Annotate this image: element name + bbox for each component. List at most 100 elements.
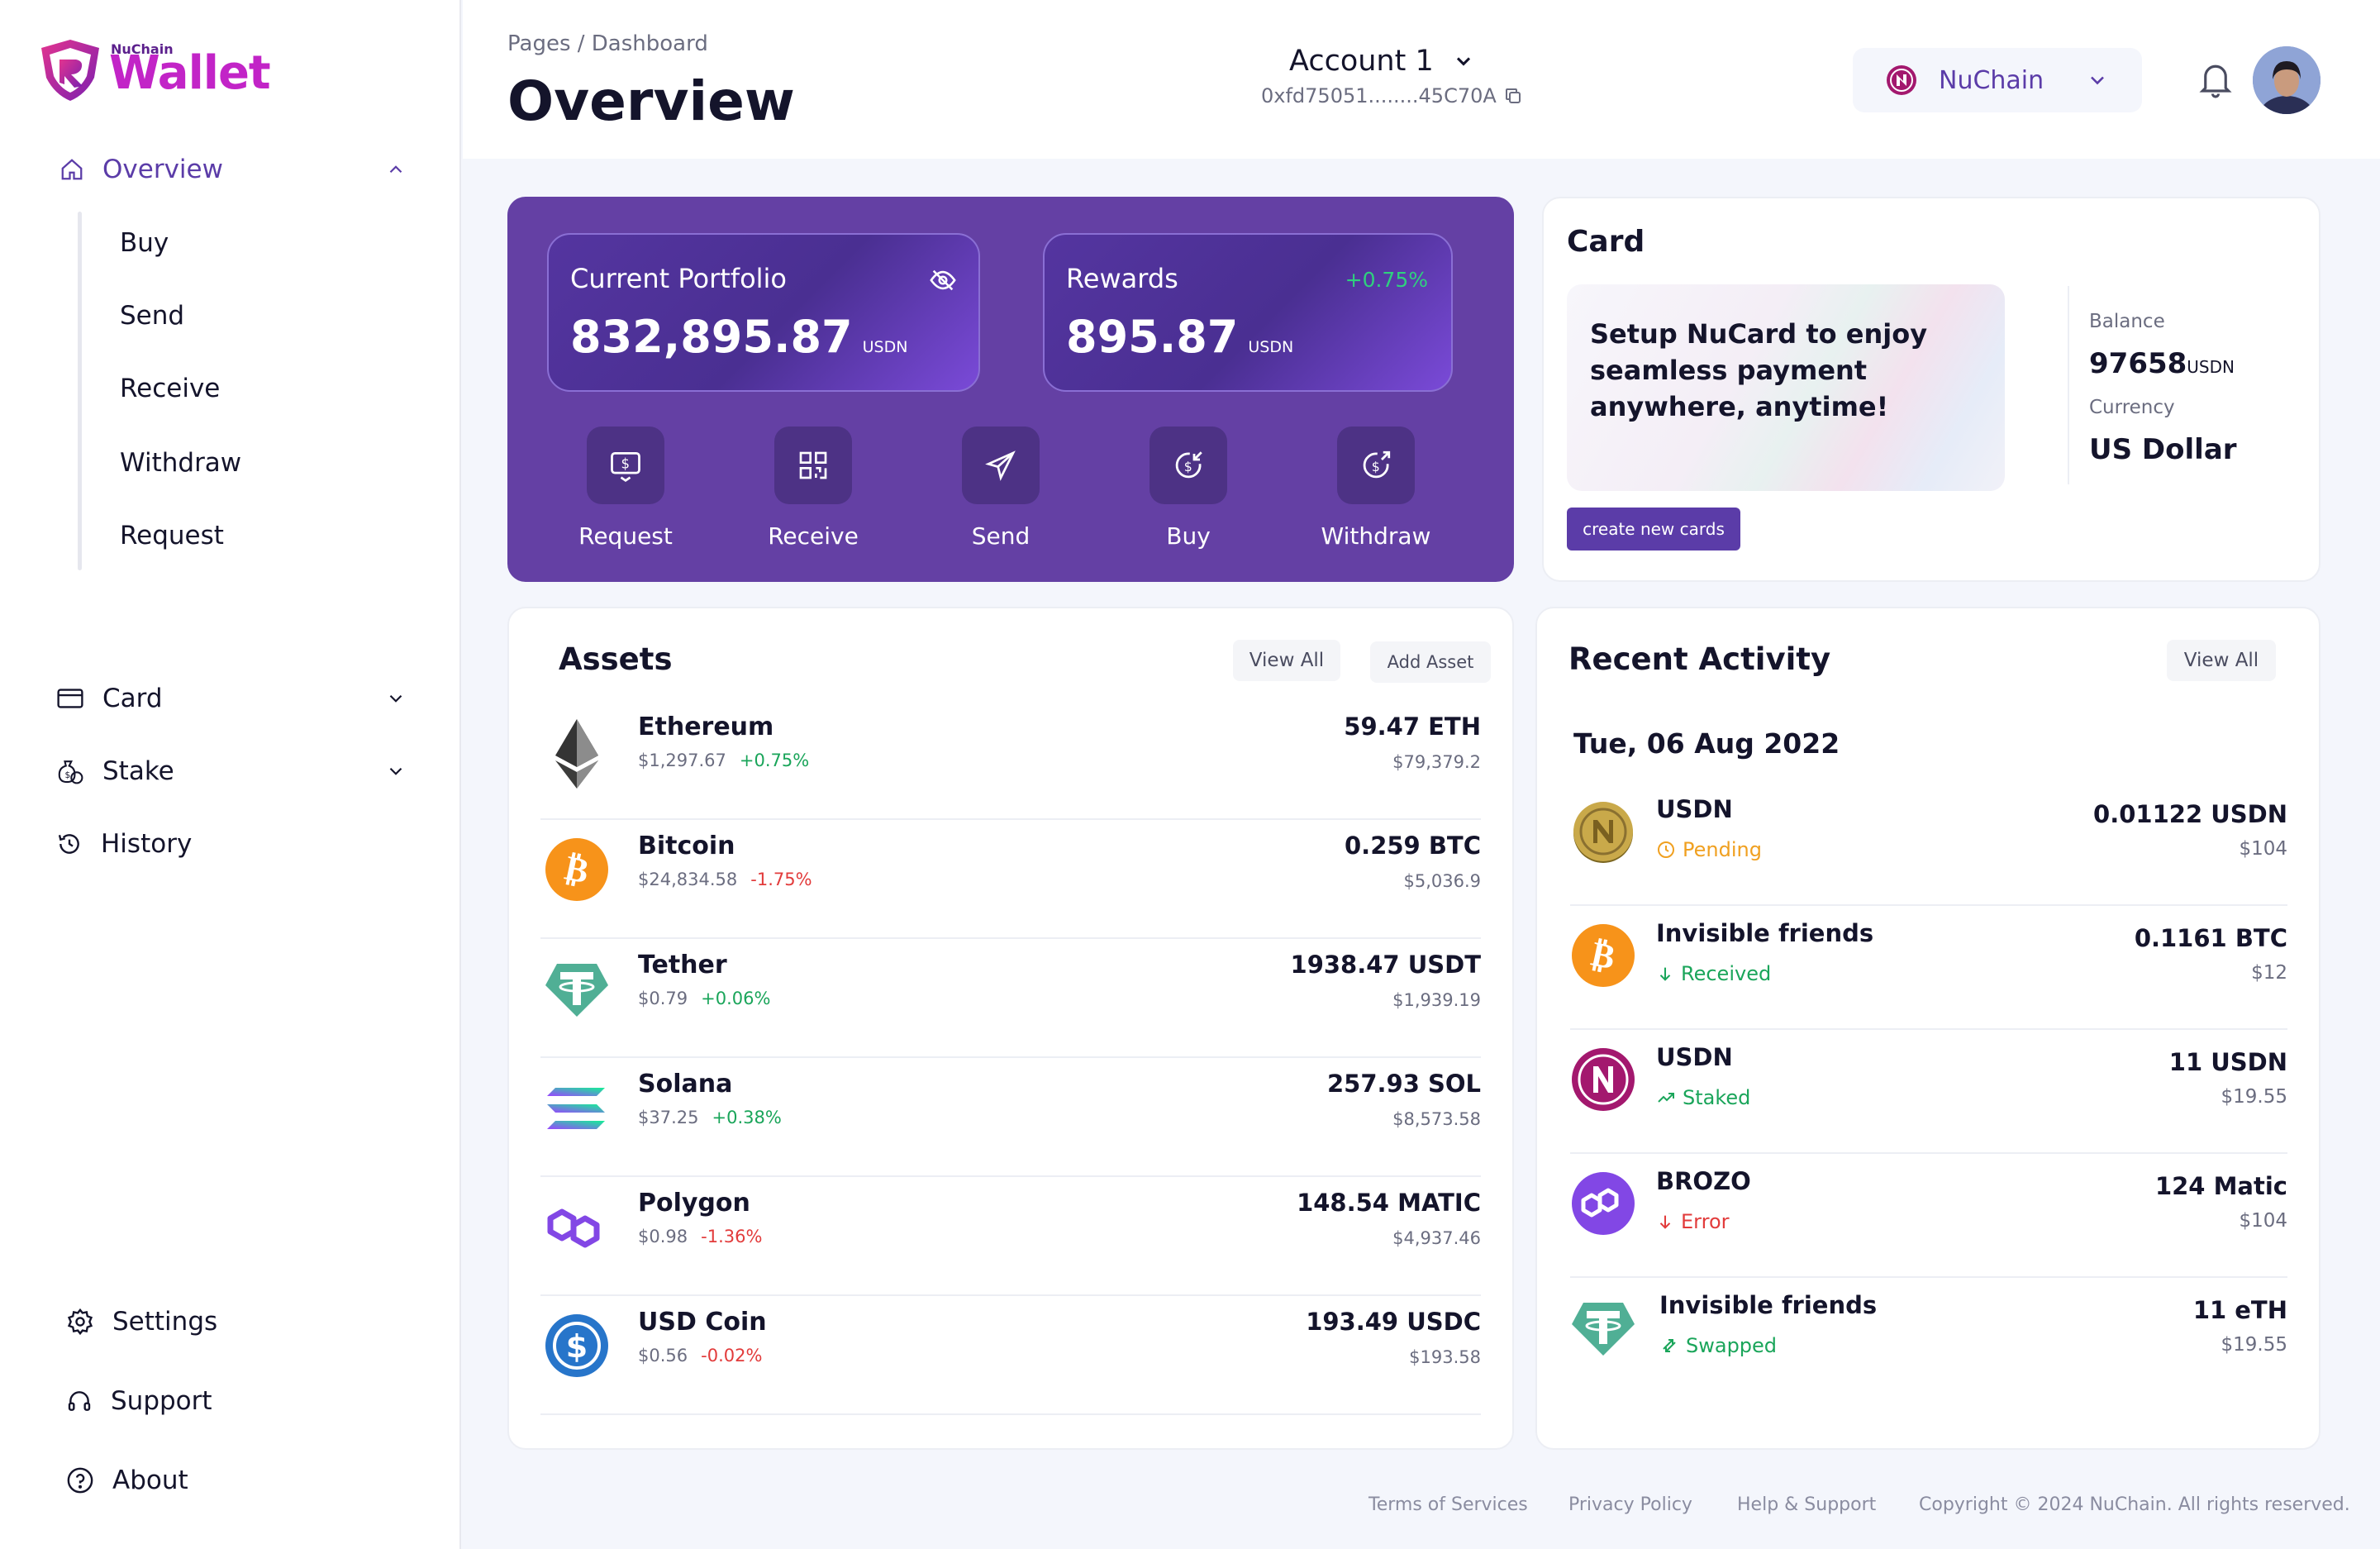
assets-panel: Assets View All Add Asset Ethereum $1,29…	[507, 607, 1514, 1450]
chevron-up-icon[interactable]	[385, 159, 407, 180]
svg-text:$: $	[566, 1328, 588, 1365]
asset-price: $0.79	[638, 989, 688, 1008]
activity-amount: 0.1161 BTC	[2134, 924, 2287, 952]
asset-usd-value: $5,036.9	[1403, 871, 1481, 891]
usd-coin-icon: $	[544, 1313, 610, 1379]
breadcrumb: Pages / Dashboard	[507, 31, 708, 56]
activity-name: USDN	[1656, 795, 1733, 823]
usdn-gold-coin-icon	[1570, 798, 1640, 868]
wallet-address: 0xfd75051........45C70A	[1261, 84, 1523, 107]
asset-row-solana[interactable]: Solana $37.25 +0.38% 257.93 SOL $8,573.58	[540, 1058, 1481, 1177]
sidebar-item-label: Support	[111, 1386, 212, 1416]
activity-row[interactable]: USDN Pending 0.01122 USDN $104	[1570, 782, 2287, 906]
copy-icon[interactable]	[1503, 86, 1523, 106]
footer-terms-link[interactable]: Terms of Services	[1368, 1494, 1528, 1515]
sidebar-subitem-request[interactable]: Request	[120, 521, 224, 550]
request-money-icon: $	[587, 427, 664, 504]
sidebar-subitem-receive[interactable]: Receive	[120, 374, 220, 403]
bitcoin-icon: ₿	[1570, 922, 1640, 992]
create-new-cards-button[interactable]: create new cards	[1567, 508, 1740, 550]
asset-change: -0.02%	[701, 1346, 763, 1366]
sidebar-item-history[interactable]: History	[56, 825, 407, 863]
asset-row-ethereum[interactable]: Ethereum $1,297.67 +0.75% 59.47 ETH $79,3…	[540, 701, 1481, 820]
recent-view-all-button[interactable]: View All	[2167, 640, 2276, 681]
tether-icon	[544, 956, 610, 1022]
recent-activity-title: Recent Activity	[1568, 641, 1831, 677]
network-selector[interactable]: NuChain	[1853, 48, 2142, 112]
swap-icon	[1663, 1339, 1676, 1352]
rewards-title: Rewards	[1066, 263, 1178, 294]
sidebar-subitem-send[interactable]: Send	[120, 301, 184, 331]
chevron-down-icon[interactable]	[385, 760, 407, 782]
asset-price: $0.56	[638, 1346, 688, 1366]
portfolio-hero-panel: Current Portfolio 832,895.87 USDN Rewards…	[507, 197, 1514, 582]
activity-amount: 124 Matic	[2154, 1172, 2287, 1200]
assets-title: Assets	[559, 641, 673, 677]
nucard-promo: Setup NuCard to enjoy seamless payment a…	[1567, 284, 2005, 491]
sidebar-subitem-withdraw[interactable]: Withdraw	[120, 448, 241, 478]
currency-value: US Dollar	[2089, 433, 2237, 466]
eye-off-icon[interactable]	[929, 266, 957, 294]
headset-icon	[66, 1388, 93, 1414]
logo-wordmark: Wallet	[109, 46, 271, 100]
buy-action-button[interactable]: $ Buy	[1126, 427, 1250, 550]
rewards-card: Rewards +0.75% 895.87 USDN	[1043, 233, 1453, 392]
qr-code-icon	[774, 427, 852, 504]
action-label: Withdraw	[1321, 522, 1431, 550]
asset-row-polygon[interactable]: Polygon $0.98 -1.36% 148.54 MATIC $4,937.…	[540, 1177, 1481, 1296]
sidebar-item-support[interactable]: Support	[66, 1382, 416, 1420]
bell-icon[interactable]	[2198, 60, 2233, 99]
svg-text:$: $	[64, 770, 70, 780]
sidebar-item-settings[interactable]: Settings	[66, 1303, 416, 1341]
account-selector[interactable]: Account 1	[1289, 45, 1475, 78]
sidebar-item-stake[interactable]: $ Stake	[56, 752, 407, 790]
footer-help-link[interactable]: Help & Support	[1737, 1494, 1876, 1515]
activity-status-label: Received	[1681, 962, 1772, 985]
user-avatar[interactable]	[2253, 46, 2320, 114]
activity-row[interactable]: BROZO Error 124 Matic $104	[1570, 1154, 2287, 1278]
current-portfolio-card: Current Portfolio 832,895.87 USDN	[547, 233, 980, 392]
currency-label: Currency	[2089, 397, 2175, 418]
activity-usd: $19.55	[2221, 1086, 2287, 1108]
sidebar-item-about[interactable]: About	[66, 1461, 416, 1499]
receive-action-button[interactable]: Receive	[751, 427, 875, 550]
history-icon	[56, 831, 83, 857]
asset-row-usd-coin[interactable]: $ USD Coin $0.56 -0.02% 193.49 USDC $193.…	[540, 1296, 1481, 1415]
sidebar-item-overview[interactable]: Overview	[60, 150, 407, 188]
asset-change: +0.75%	[739, 751, 810, 770]
sidebar-item-card[interactable]: Card	[56, 679, 407, 717]
usdn-magenta-coin-icon	[1570, 1046, 1640, 1116]
asset-row-bitcoin[interactable]: ₿ Bitcoin $24,834.58 -1.75% 0.259 BTC $5,…	[540, 820, 1481, 939]
chevron-down-icon[interactable]	[385, 688, 407, 709]
asset-amount: 59.47 ETH	[1344, 713, 1481, 741]
add-asset-button[interactable]: Add Asset	[1370, 641, 1491, 683]
footer-privacy-link[interactable]: Privacy Policy	[1568, 1494, 1692, 1515]
sidebar-item-label: Stake	[102, 756, 174, 786]
activity-status-label: Staked	[1683, 1086, 1751, 1109]
activity-row[interactable]: Invisible friends Swapped 11 eTH $19.55	[1570, 1278, 2287, 1402]
request-action-button[interactable]: $ Request	[564, 427, 688, 550]
rewards-unit: USDN	[1248, 338, 1294, 356]
assets-view-all-button[interactable]: View All	[1233, 640, 1340, 681]
asset-amount: 0.259 BTC	[1345, 832, 1481, 860]
sidebar-item-label: Settings	[112, 1307, 218, 1337]
withdraw-action-button[interactable]: $ Withdraw	[1314, 427, 1438, 550]
action-label: Buy	[1166, 522, 1211, 550]
solana-icon	[544, 1075, 610, 1141]
asset-row-tether[interactable]: Tether $0.79 +0.06% 1938.47 USDT $1,939.1…	[540, 939, 1481, 1058]
activity-amount: 0.01122 USDN	[2093, 800, 2287, 828]
activity-row[interactable]: ₿ Invisible friends Received 0.1161 BTC …	[1570, 906, 2287, 1030]
activity-status: Staked	[1656, 1086, 1750, 1109]
withdraw-coin-icon: $	[1337, 427, 1415, 504]
chevron-down-icon	[2086, 69, 2109, 92]
submenu-line	[78, 212, 82, 570]
asset-name: Polygon	[638, 1189, 750, 1218]
action-label: Receive	[768, 522, 859, 550]
send-action-button[interactable]: Send	[939, 427, 1063, 550]
balance-value: 97658	[2089, 347, 2187, 380]
asset-name: Solana	[638, 1070, 733, 1099]
trending-up-icon	[1658, 1093, 1674, 1103]
activity-row[interactable]: USDN Staked 11 USDN $19.55	[1570, 1030, 2287, 1154]
sidebar-subitem-buy[interactable]: Buy	[120, 228, 169, 258]
portfolio-unit: USDN	[862, 338, 908, 356]
